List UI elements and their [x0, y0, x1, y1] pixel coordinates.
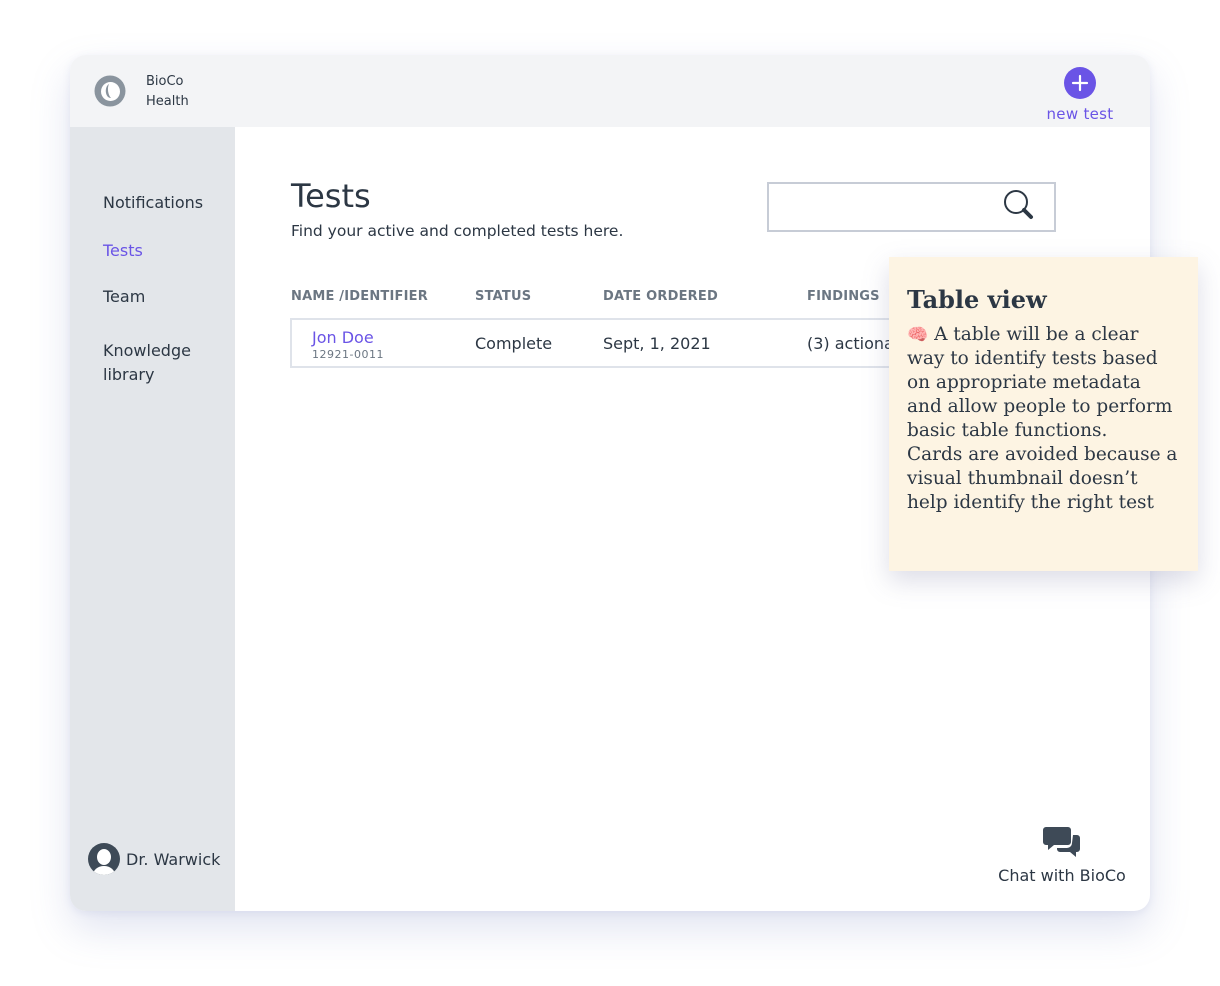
column-header-name[interactable]: NAME /IDENTIFIER [291, 289, 428, 304]
note-body: 🧠 A table will be a clear way to identif… [907, 323, 1180, 515]
user-name: Dr. Warwick [126, 849, 221, 869]
new-test-button[interactable]: new test [1040, 67, 1120, 123]
note-text-2: Cards are avoided because a visual thumb… [907, 444, 1178, 513]
chat-with-bioco-button[interactable]: Chat with BioCo [992, 824, 1132, 885]
sidebar-item-notifications[interactable]: Notifications [103, 191, 223, 215]
search-icon[interactable] [1002, 188, 1036, 222]
plus-icon[interactable] [1064, 67, 1096, 99]
page-title: Tests [291, 177, 371, 215]
column-header-status[interactable]: STATUS [475, 289, 531, 304]
user-icon [93, 849, 115, 875]
canvas: BioCo Health new test Notifications Test… [0, 0, 1220, 986]
page-subtitle: Find your active and completed tests her… [291, 222, 624, 240]
sidebar-item-tests[interactable]: Tests [103, 239, 223, 263]
chat-label[interactable]: Chat with BioCo [992, 866, 1132, 885]
sidebar: Notifications Tests Team Knowledge libra… [70, 127, 235, 911]
chat-bubbles-icon[interactable] [1042, 824, 1082, 860]
column-header-date-ordered[interactable]: DATE ORDERED [603, 289, 718, 304]
sidebar-item-knowledge-library[interactable]: Knowledge library [103, 339, 203, 387]
note-title: Table view [907, 285, 1047, 314]
bioco-logo-icon [94, 75, 126, 107]
brand-line-1: BioCo [146, 74, 184, 89]
date-ordered-cell: Sept, 1, 2021 [603, 334, 711, 353]
brain-icon: 🧠 [907, 325, 929, 345]
annotation-sticky-note: Table view 🧠 A table will be a clear way… [889, 257, 1198, 571]
column-header-findings[interactable]: FINDINGS [807, 289, 880, 304]
avatar[interactable] [88, 843, 120, 875]
status-cell: Complete [475, 334, 553, 353]
brand-line-2: Health [146, 94, 189, 109]
brand-name: BioCo Health [146, 72, 189, 112]
search-input[interactable] [777, 192, 997, 222]
new-test-label[interactable]: new test [1040, 105, 1120, 123]
user-profile[interactable]: Dr. Warwick [88, 843, 220, 875]
search-box[interactable] [767, 182, 1056, 232]
patient-name-link[interactable]: Jon Doe [312, 328, 374, 347]
top-bar: BioCo Health new test [70, 55, 1150, 127]
sidebar-item-team[interactable]: Team [103, 285, 223, 309]
patient-identifier: 12921-0011 [312, 348, 384, 361]
note-text-1: A table will be a clear way to identify … [907, 324, 1173, 441]
